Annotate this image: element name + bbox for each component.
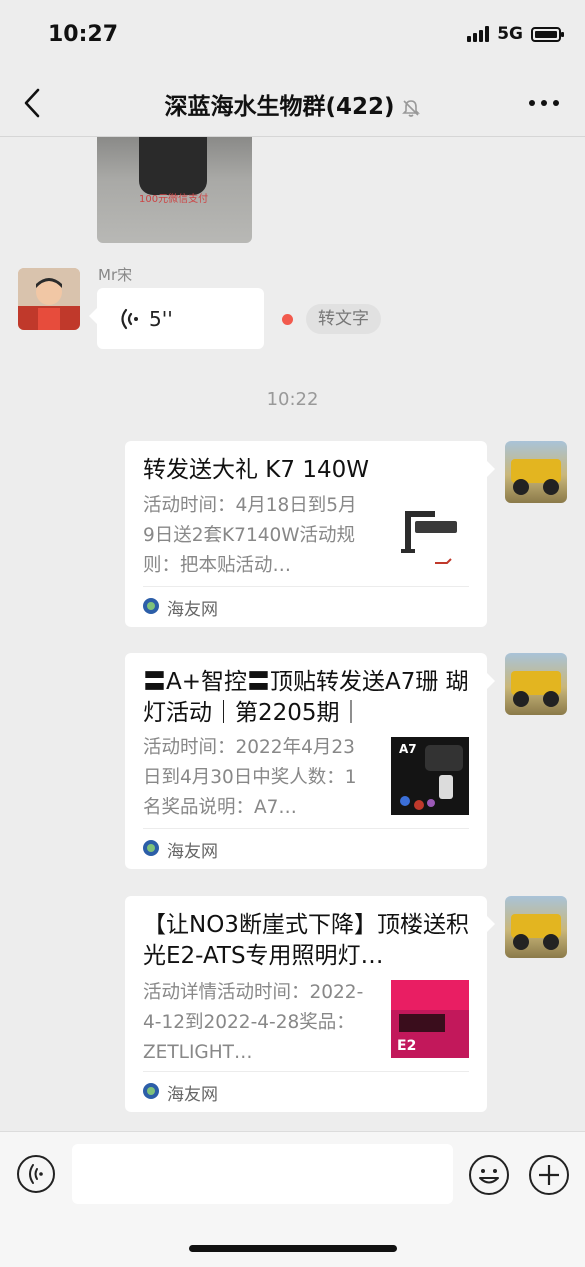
card-source: 海友网	[143, 828, 469, 869]
svg-text:E2: E2	[397, 1038, 416, 1054]
image-caption: 100元微信支付	[139, 194, 209, 205]
card-source: 海友网	[143, 1071, 469, 1112]
source-name: 海友网	[167, 842, 218, 862]
card-title: 〓A+智控〓顶贴转发送A7珊 瑚灯活动｜第2205期｜	[143, 669, 469, 726]
voice-wave-icon	[121, 308, 138, 330]
e2-light-picture: E2	[391, 980, 469, 1058]
card-description: 活动详情活动时间：2022-4-12到2022-4-28奖品：ZETLIGHT…	[143, 982, 364, 1063]
voice-message[interactable]: 5''	[89, 288, 264, 349]
source-logo-icon	[143, 840, 159, 856]
voice-duration: 5''	[149, 307, 173, 331]
battery-icon	[531, 26, 564, 42]
coral-light-picture: A7	[391, 737, 469, 815]
card-thumbnail	[391, 503, 469, 581]
svg-text:A7: A7	[399, 742, 417, 756]
link-card[interactable]: 〓A+智控〓顶贴转发送A7珊 瑚灯活动｜第2205期｜ 活动时间：2022年4月…	[125, 653, 495, 869]
unread-dot	[282, 314, 293, 325]
card-title: 转发送大礼 K7 140W	[143, 457, 369, 483]
avatar[interactable]	[505, 653, 567, 715]
source-logo-icon	[143, 598, 159, 614]
status-bar: 10:27 5G	[0, 0, 585, 70]
link-card[interactable]: 【让NO3断崖式下降】顶楼送积光E2-ATS专用照明灯… 活动详情活动时间：20…	[125, 896, 495, 1112]
home-indicator	[189, 1245, 397, 1252]
source-name: 海友网	[167, 1085, 218, 1105]
image-content	[139, 137, 207, 195]
status-indicators: 5G	[467, 24, 564, 44]
card-source: 海友网	[143, 586, 469, 627]
sender-name: Mr宋	[98, 266, 133, 284]
source-name: 海友网	[167, 600, 218, 620]
mute-bell-icon	[401, 99, 420, 117]
lamp-picture	[391, 503, 469, 581]
signal-icon	[467, 26, 490, 42]
avatar[interactable]	[505, 441, 567, 503]
card-description: 活动时间：4月18日到5月9日送2套K7140W活动规则：把本贴活动…	[143, 495, 357, 576]
page-title: 深蓝海水生物群(422)	[0, 87, 585, 121]
avatar[interactable]	[18, 268, 80, 330]
network-type: 5G	[497, 24, 523, 44]
status-time: 10:27	[48, 22, 119, 47]
chat-header: 深蓝海水生物群(422)	[0, 70, 585, 137]
card-description: 活动时间：2022年4月23日到4月30日中奖人数：1名奖品说明：A7…	[143, 737, 357, 818]
voice-input-icon[interactable]	[16, 1154, 56, 1194]
more-icon[interactable]	[529, 100, 559, 106]
avatar[interactable]	[505, 896, 567, 958]
card-thumbnail: E2	[391, 980, 469, 1058]
source-logo-icon	[143, 1083, 159, 1099]
link-card[interactable]: 转发送大礼 K7 140W 活动时间：4月18日到5月9日送2套K7140W活动…	[125, 441, 495, 627]
card-thumbnail: A7	[391, 737, 469, 815]
emoji-icon[interactable]	[468, 1154, 510, 1196]
card-title: 【让NO3断崖式下降】顶楼送积光E2-ATS专用照明灯…	[143, 912, 469, 969]
child-avatar-picture	[18, 268, 80, 330]
group-name: 深蓝海水生物群(422)	[164, 94, 395, 120]
plus-icon[interactable]	[528, 1154, 570, 1196]
convert-to-text-button[interactable]: 转文字	[306, 304, 381, 334]
timestamp: 10:22	[266, 389, 319, 410]
message-input[interactable]	[72, 1144, 453, 1204]
image-message[interactable]: 100元微信支付	[97, 137, 252, 243]
